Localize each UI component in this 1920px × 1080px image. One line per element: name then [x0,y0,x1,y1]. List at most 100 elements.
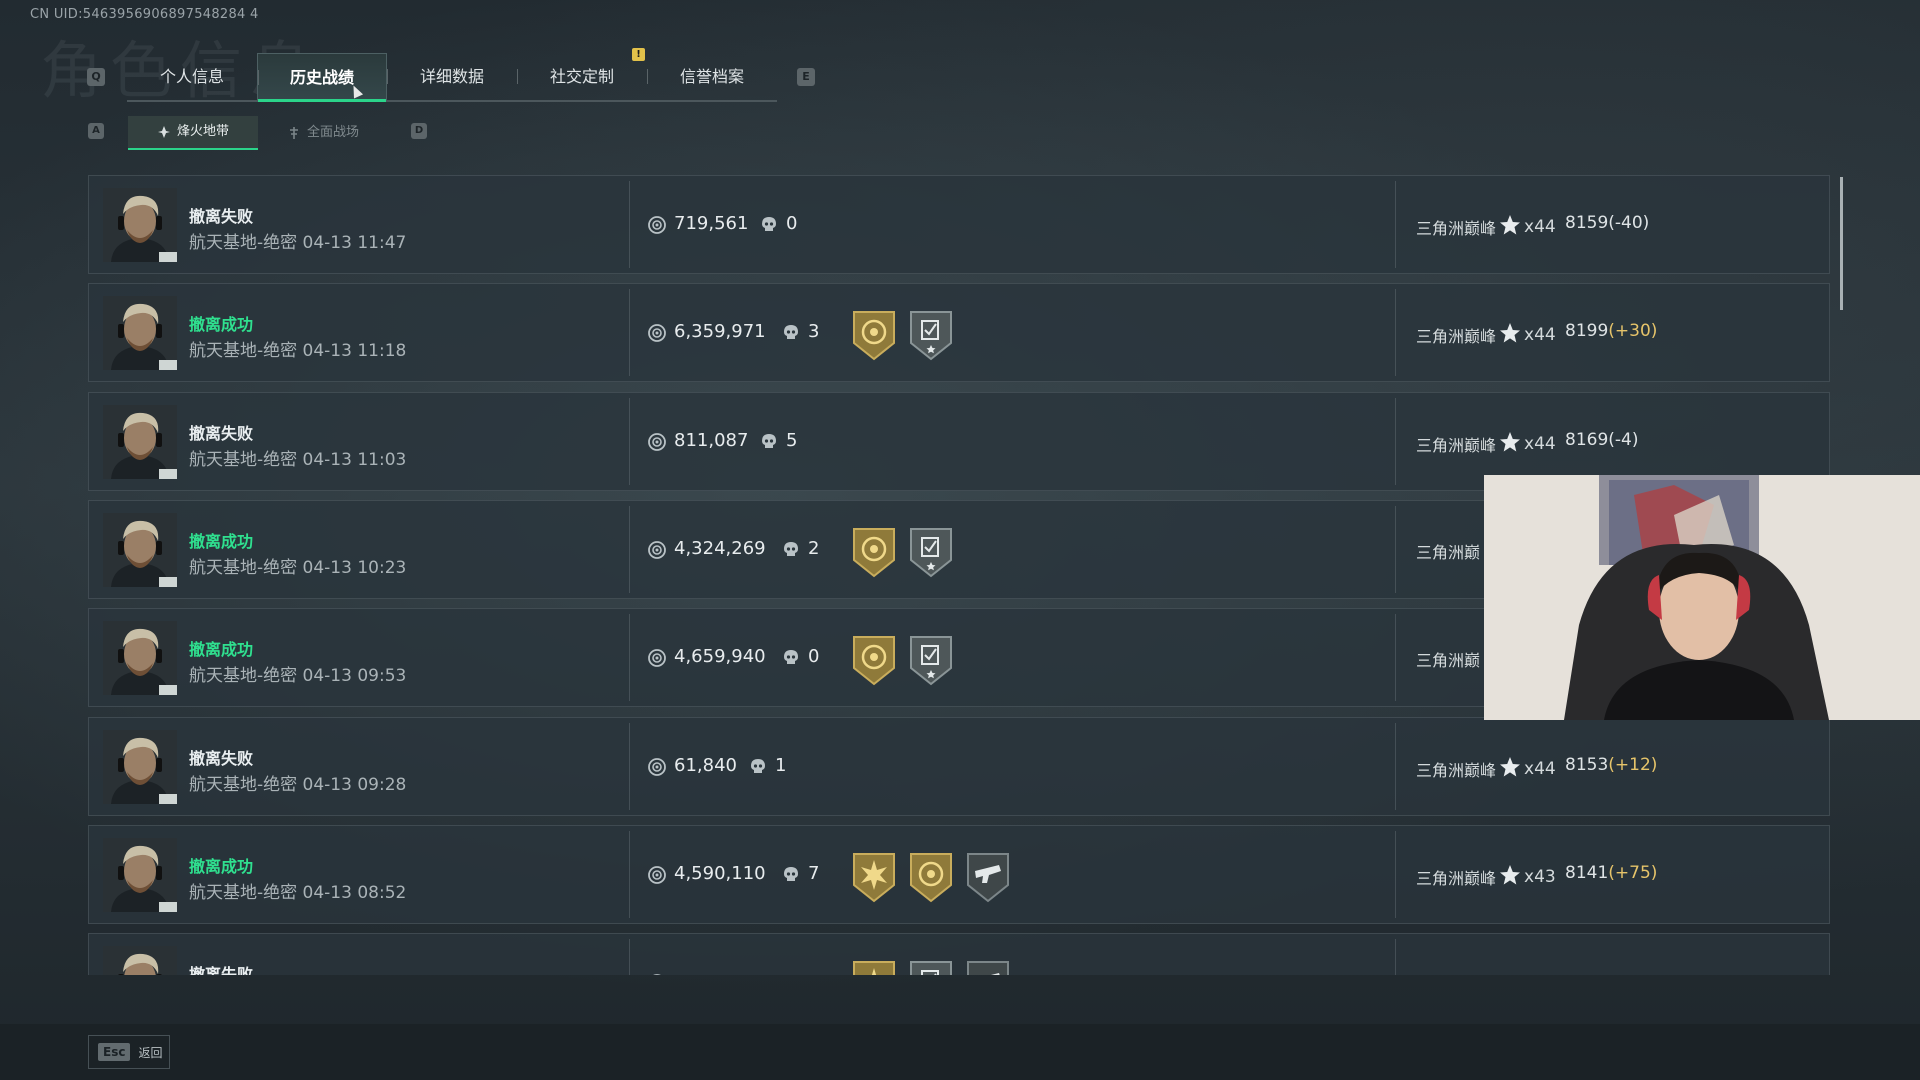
skull-icon [783,649,799,671]
operator-avatar [103,404,177,479]
score-delta: (-4) [1608,429,1639,450]
column-divider [629,289,630,377]
extraction-status: 撤离失败 [189,748,254,768]
rank-score: 8199(+30) [1565,321,1657,341]
map-time-label: 航天基地-绝密 04-13 11:47 [189,233,407,253]
q-key-hint: Q [87,68,105,86]
tab-personal-info[interactable]: 个人信息 [127,53,257,100]
star-count: x44 [1524,217,1556,237]
list-scrollbar[interactable] [1840,177,1843,310]
rank-score: 8159(-40) [1565,213,1649,233]
column-divider [629,830,630,918]
gold-coin-medal-icon[interactable] [908,851,954,903]
star-icon [1499,756,1521,782]
subtab-full-battlefield[interactable]: 全面战场 [258,116,388,150]
skull-icon [783,866,799,888]
extraction-value: 719,561 [674,213,749,234]
gold-coin-medal-icon[interactable] [851,309,897,361]
column-divider [1395,289,1396,377]
operator-avatar [103,296,177,371]
rank-name: 三角洲巅峰 [1416,327,1497,347]
star-icon [1499,322,1521,348]
star-icon [1499,431,1521,457]
rank-info: 三角洲巅峰 x44 [1416,214,1556,240]
column-divider [629,397,630,485]
avatar-badge [159,468,177,479]
gold-burst-medal-icon[interactable] [851,959,897,975]
e-key-hint: E [797,68,815,86]
match-record-row[interactable]: 撤离失败航天基地-绝密 04-13 11:47 719,561 0 三角洲巅峰 x44 8… [88,175,1830,274]
score-delta: (+30) [1608,321,1658,342]
column-divider [629,939,630,975]
match-record-row[interactable]: 撤离成功 航天基地-绝密 04-13 08:52 4,590,110 7 三角洲巅峰 x4… [88,824,1830,924]
avatar-badge [159,901,177,912]
silver-check-medal-icon[interactable] [908,309,954,361]
silver-gun-medal-icon[interactable] [965,959,1011,975]
back-label: 返回 [138,1045,163,1060]
star-icon [1499,864,1521,890]
rank-name: 三角洲巅峰 [1416,219,1497,238]
silver-check-medal-icon[interactable] [908,959,954,975]
map-time-label: 航天基地-绝密 04-13 11:18 [189,341,407,362]
extraction-value: 61,840 [674,754,737,776]
extraction-status: 撤离失败 [189,423,254,443]
subtab-hazard-zone[interactable]: 烽火地带 [128,116,258,150]
avatar-badge [159,576,177,587]
operator-avatar [103,946,177,975]
coin-icon [648,974,666,975]
score-value: 8159 [1565,213,1609,233]
extraction-value: 4,590,110 [674,862,766,884]
main-tabs: 个人信息 历史战绩 详细数据 社交定制 信誉档案 [127,53,777,102]
extraction-status: 撤离失败 [189,207,254,226]
extraction-status: 撤离成功 [189,856,254,876]
rank-info: 三角洲巅峰 x44 [1416,431,1556,457]
star-count: x43 [1524,866,1556,887]
a-key-hint: A [88,123,104,139]
extraction-status: 撤离成功 [189,531,254,551]
subtab-label: 全面战场 [306,125,359,140]
rank-score: 8169(-4) [1565,430,1638,450]
tab-credit-archive[interactable]: 信誉档案 [647,53,777,100]
score-value: 8141 [1565,862,1609,883]
skull-icon [761,433,777,455]
skull-icon [684,974,700,975]
coin-icon [648,432,666,455]
extraction-value: 4,324,269 [674,537,766,559]
tab-match-history[interactable]: 历史战绩 [257,53,387,102]
tab-detailed-data[interactable]: 详细数据 [387,53,517,100]
avatar-badge [159,685,177,696]
column-divider [629,505,630,593]
gold-coin-medal-icon[interactable] [851,526,897,578]
match-record-row[interactable]: 撤离成功 航天基地-绝密 04-13 11:18 6,359,971 3 三角洲巅峰 x4… [88,283,1830,383]
column-divider [1395,614,1396,702]
silver-gun-medal-icon[interactable] [965,851,1011,903]
map-time-label: 航天基地-绝密 04-13 09:28 [189,774,407,795]
gold-coin-medal-icon[interactable] [851,634,897,686]
extraction-value: 6,359,971 [674,321,766,343]
extraction-status: 撤离成功 [189,315,254,335]
rank-name: 三角洲巅峰 [1416,435,1497,455]
operator-avatar [103,512,177,587]
match-record-row[interactable]: 撤离失败航天基地-绝密 04-13 09:28 61,840 1 三角洲巅峰 x44 81… [88,716,1830,816]
score-delta: (+75) [1608,862,1658,883]
skull-icon [783,541,799,563]
rank-info: 三角洲巅峰 x44 [1416,756,1556,782]
gold-burst-medal-icon[interactable] [851,851,897,903]
d-key-hint: D [411,123,427,139]
coin-icon [648,540,666,563]
silver-check-medal-icon[interactable] [908,526,954,578]
star-count: x44 [1524,325,1556,346]
kill-count: 1 [775,754,787,776]
kill-count: 0 [786,213,798,234]
star-count: x44 [1524,433,1556,454]
silver-check-medal-icon[interactable] [908,634,954,686]
avatar-badge [159,360,177,371]
match-record-row[interactable]: 撤离失败 [88,933,1830,975]
score-value: 8153 [1565,754,1609,775]
subtab-label: 烽火地带 [176,124,229,139]
column-divider [1395,397,1396,485]
coin-icon [648,216,666,238]
skull-icon [761,216,777,238]
tab-social-custom[interactable]: 社交定制 [517,53,647,100]
back-button[interactable]: Esc 返回 [88,1035,170,1069]
